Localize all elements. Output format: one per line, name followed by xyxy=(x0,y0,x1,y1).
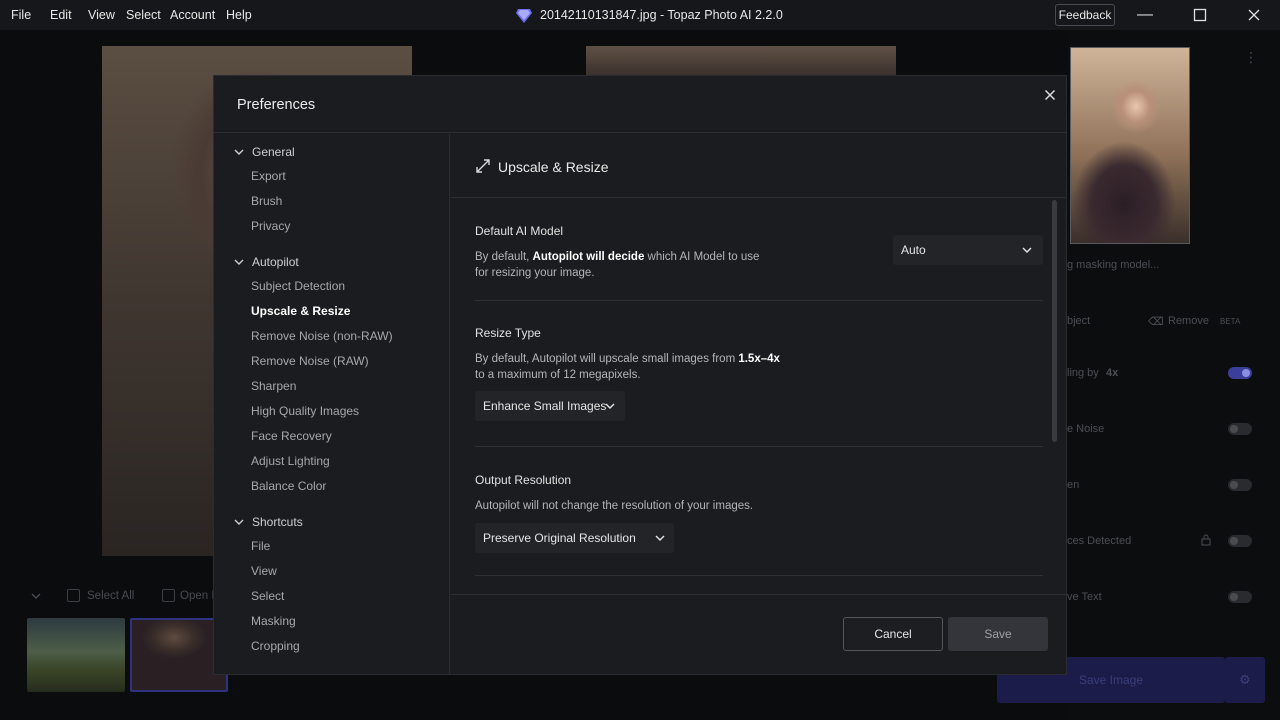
collapse-chevron-icon[interactable] xyxy=(30,590,42,602)
divider xyxy=(475,300,1043,301)
nav-group-autopilot[interactable]: Autopilot xyxy=(232,255,299,269)
more-options-icon[interactable]: ⋮ xyxy=(1244,50,1258,72)
upscaling-value: 4x xyxy=(1106,367,1119,379)
dialog-header: Preferences xyxy=(214,76,1066,133)
nav-item-face-recovery[interactable]: Face Recovery xyxy=(251,429,332,443)
dialog-footer: Cancel Save xyxy=(451,594,1066,676)
menu-account[interactable]: Account xyxy=(170,8,215,22)
resize-type-description: By default, Autopilot will upscale small… xyxy=(475,353,780,381)
lock-icon xyxy=(1200,534,1212,549)
resize-type-title: Resize Type xyxy=(475,326,541,340)
divider xyxy=(475,446,1043,447)
chevron-down-icon xyxy=(234,259,244,265)
face-recovery-toggle[interactable] xyxy=(1228,535,1252,547)
maximize-icon[interactable] xyxy=(1190,5,1210,25)
sharpen-label: en xyxy=(1067,479,1080,491)
output-resolution-dropdown[interactable]: Preserve Original Resolution xyxy=(475,523,674,553)
menu-file[interactable]: File xyxy=(11,8,31,22)
eraser-icon[interactable]: ⌫ xyxy=(1148,315,1164,328)
navigator-thumbnail[interactable] xyxy=(1070,47,1190,244)
preferences-content: Upscale & Resize Default AI Model By def… xyxy=(451,134,1066,594)
minimize-icon[interactable]: — xyxy=(1135,5,1155,25)
nav-group-label: General xyxy=(252,145,295,159)
menu-edit[interactable]: Edit xyxy=(50,8,72,22)
nav-group-general[interactable]: General xyxy=(232,145,295,159)
filmstrip-thumbnail-landscape[interactable] xyxy=(27,618,125,692)
select-all-label: Select All xyxy=(87,590,135,602)
cancel-button[interactable]: Cancel xyxy=(843,617,943,651)
title-bar: File Edit View Select Account Help 20142… xyxy=(0,0,1280,30)
output-resolution-value: Preserve Original Resolution xyxy=(483,531,636,545)
save-button[interactable]: Save xyxy=(948,617,1048,651)
export-settings-icon[interactable]: ⚙ xyxy=(1225,657,1265,703)
chevron-down-icon xyxy=(234,149,244,155)
nav-item-high-quality-images[interactable]: High Quality Images xyxy=(251,404,359,418)
remove-text-toggle[interactable] xyxy=(1228,591,1252,603)
nav-item-export[interactable]: Export xyxy=(251,169,286,183)
remove-label[interactable]: Remove xyxy=(1168,315,1209,327)
nav-item-balance-color[interactable]: Balance Color xyxy=(251,479,326,493)
section-title: Upscale & Resize xyxy=(498,159,609,175)
close-window-icon[interactable] xyxy=(1244,5,1264,25)
menu-help[interactable]: Help xyxy=(226,8,252,22)
divider xyxy=(475,575,1043,576)
nav-item-view[interactable]: View xyxy=(251,564,277,578)
nav-item-brush[interactable]: Brush xyxy=(251,194,282,208)
nav-item-select[interactable]: Select xyxy=(251,589,284,603)
object-label: bject xyxy=(1067,315,1091,327)
chevron-down-icon xyxy=(1022,247,1032,253)
open-image-icon[interactable] xyxy=(162,589,175,602)
nav-group-label: Shortcuts xyxy=(252,515,303,529)
topaz-logo-icon xyxy=(516,9,532,23)
content-scrollbar[interactable] xyxy=(1052,200,1057,442)
chevron-down-icon xyxy=(655,535,665,541)
window-title: 20142110131847.jpg - Topaz Photo AI 2.2.… xyxy=(540,8,783,22)
nav-item-subject-detection[interactable]: Subject Detection xyxy=(251,279,345,293)
open-label[interactable]: Open I xyxy=(180,590,215,602)
chevron-down-icon xyxy=(605,403,615,409)
masking-status: g masking model... xyxy=(1067,259,1160,271)
nav-item-adjust-lighting[interactable]: Adjust Lighting xyxy=(251,454,330,468)
output-resolution-title: Output Resolution xyxy=(475,473,572,487)
nav-item-cropping[interactable]: Cropping xyxy=(251,639,300,653)
remove-text-label: ve Text xyxy=(1067,591,1102,603)
default-model-description: By default, Autopilot will decide which … xyxy=(475,251,760,279)
preferences-dialog: Preferences General Export Brush Privacy… xyxy=(213,75,1067,675)
menu-select[interactable]: Select xyxy=(126,8,161,22)
nav-item-masking[interactable]: Masking xyxy=(251,614,296,628)
resize-type-dropdown[interactable]: Enhance Small Images xyxy=(475,391,625,421)
close-icon[interactable] xyxy=(1040,85,1060,105)
default-model-dropdown[interactable]: Auto xyxy=(893,235,1043,265)
resize-type-value: Enhance Small Images xyxy=(483,399,607,413)
nav-item-file[interactable]: File xyxy=(251,539,270,553)
nav-item-sharpen[interactable]: Sharpen xyxy=(251,379,296,393)
output-resolution-description: Autopilot will not change the resolution… xyxy=(475,500,754,512)
nav-group-shortcuts[interactable]: Shortcuts xyxy=(232,515,303,529)
preview-image-processed xyxy=(586,46,896,76)
remove-noise-label: e Noise xyxy=(1067,423,1105,435)
nav-item-privacy[interactable]: Privacy xyxy=(251,219,290,233)
nav-item-remove-noise-nonraw[interactable]: Remove Noise (non-RAW) xyxy=(251,329,393,343)
preferences-nav: General Export Brush Privacy Autopilot S… xyxy=(214,134,450,674)
nav-item-upscale-resize[interactable]: Upscale & Resize xyxy=(251,304,350,318)
default-model-value: Auto xyxy=(901,243,926,257)
menu-view[interactable]: View xyxy=(88,8,115,22)
faces-label: ces Detected xyxy=(1067,535,1132,547)
beta-badge: BETA xyxy=(1220,317,1241,326)
section-header: Upscale & Resize xyxy=(451,134,1066,198)
filmstrip-toolbar: Select All Open I xyxy=(0,580,215,610)
default-model-title: Default AI Model xyxy=(475,224,564,238)
upscaling-label: ling by xyxy=(1067,367,1099,379)
chevron-down-icon xyxy=(234,519,244,525)
resize-arrows-icon xyxy=(476,159,490,173)
select-all-checkbox[interactable] xyxy=(67,589,80,602)
upscale-toggle[interactable] xyxy=(1228,367,1252,379)
nav-group-label: Autopilot xyxy=(252,255,299,269)
feedback-button[interactable]: Feedback xyxy=(1055,4,1115,26)
sharpen-toggle[interactable] xyxy=(1228,479,1252,491)
dialog-title: Preferences xyxy=(237,97,316,113)
remove-noise-toggle[interactable] xyxy=(1228,423,1252,435)
nav-item-remove-noise-raw[interactable]: Remove Noise (RAW) xyxy=(251,354,369,368)
